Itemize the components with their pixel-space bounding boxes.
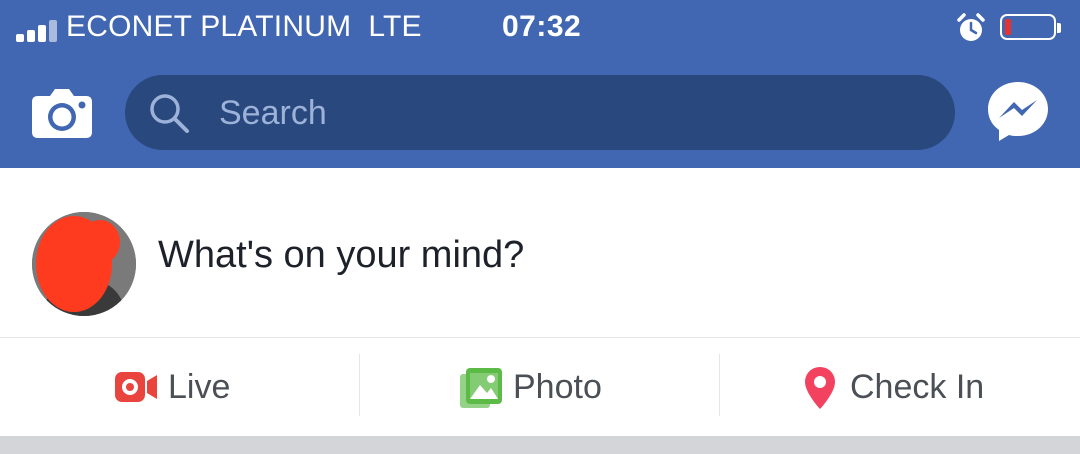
check-in-button[interactable]: Check In <box>720 338 1080 436</box>
location-pin-icon <box>805 367 835 409</box>
redacted-avatar-icon <box>32 212 136 316</box>
network-type: LTE <box>368 10 422 43</box>
live-video-icon <box>115 372 157 402</box>
battery-level <box>1005 19 1011 35</box>
battery-icon <box>1000 14 1061 40</box>
status-composer[interactable]: What's on your mind? <box>0 168 1080 338</box>
messenger-icon[interactable] <box>985 78 1051 144</box>
carrier-label: ECONET PLATINUM LTE <box>66 10 422 44</box>
alarm-clock-icon <box>957 13 985 41</box>
top-bar: ECONET PLATINUM LTE 07:32 <box>0 0 1080 168</box>
live-label: Live <box>168 368 231 406</box>
search-icon <box>150 94 189 133</box>
camera-icon[interactable] <box>30 84 94 140</box>
signal-strength-icon <box>16 18 60 42</box>
composer-prompt[interactable]: What's on your mind? <box>158 234 524 277</box>
feed-separator <box>0 436 1080 454</box>
live-button[interactable]: Live <box>0 338 360 436</box>
search-input[interactable] <box>217 89 921 137</box>
avatar[interactable] <box>32 212 136 316</box>
photo-label: Photo <box>513 368 602 406</box>
search-bar[interactable] <box>125 75 955 150</box>
status-bar: ECONET PLATINUM LTE 07:32 <box>0 0 1080 60</box>
photo-icon <box>460 368 502 408</box>
status-time: 07:32 <box>502 10 582 43</box>
carrier-name: ECONET PLATINUM <box>66 10 352 43</box>
photo-button[interactable]: Photo <box>360 338 720 436</box>
check-in-label: Check In <box>850 368 985 406</box>
composer-actions: Live Photo Check In <box>0 338 1080 436</box>
